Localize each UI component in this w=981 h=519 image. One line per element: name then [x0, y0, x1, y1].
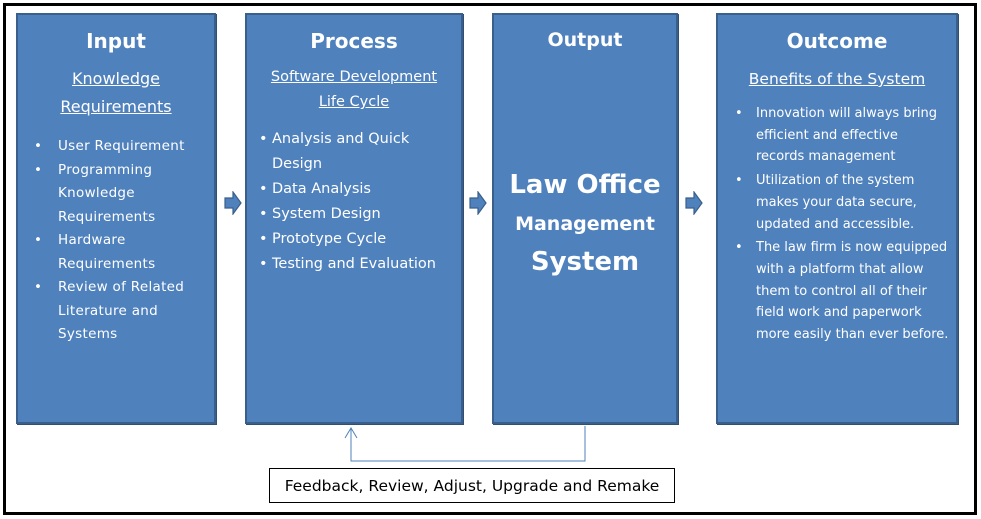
outcome-subtitle: Benefits of the System — [748, 70, 926, 88]
feedback-box: Feedback, Review, Adjust, Upgrade and Re… — [269, 468, 675, 503]
process-subtitle-line2: Life Cycle — [318, 94, 390, 110]
process-box: Process Software Development Life Cycle … — [245, 13, 463, 424]
outcome-list: Innovation will always bring efficient a… — [718, 103, 956, 346]
list-item: Utilization of the system makes your dat… — [735, 170, 956, 235]
process-title: Process — [310, 29, 398, 53]
system-name: Law Office Management System — [494, 165, 676, 281]
system-name-line2: Management — [515, 213, 655, 235]
output-title: Output — [547, 29, 623, 51]
list-item: Review of Related Literature and Systems — [34, 276, 214, 347]
list-item: Prototype Cycle — [259, 227, 461, 252]
input-list: User Requirement Programming Knowledge R… — [18, 135, 214, 347]
list-item: Testing and Evaluation — [259, 252, 461, 277]
list-item: Data Analysis — [259, 177, 461, 202]
arrow-right-icon — [224, 191, 242, 215]
arrow-right-icon — [685, 191, 703, 215]
list-item: Analysis and Quick Design — [259, 127, 461, 177]
list-item: Programming Knowledge Requirements — [34, 159, 214, 230]
system-name-line1: Law Office — [509, 170, 661, 200]
input-subtitle-line1: Knowledge — [72, 69, 160, 88]
input-subtitle: Knowledge Requirements — [18, 65, 214, 121]
output-box: Output Law Office Management System — [492, 13, 678, 424]
list-item: Hardware Requirements — [34, 229, 214, 276]
input-box: Input Knowledge Requirements User Requir… — [16, 13, 216, 424]
input-subtitle-line2: Requirements — [60, 97, 172, 116]
list-item: The law firm is now equipped with a plat… — [735, 237, 956, 346]
outcome-box: Outcome Benefits of the System Innovatio… — [716, 13, 958, 424]
list-item: Innovation will always bring efficient a… — [735, 103, 956, 168]
process-subtitle-line1: Software Development — [270, 69, 438, 85]
outcome-title: Outcome — [786, 29, 888, 53]
process-list: Analysis and Quick Design Data Analysis … — [247, 127, 461, 277]
input-title: Input — [86, 29, 146, 53]
process-subtitle: Software Development Life Cycle — [247, 65, 461, 115]
arrow-right-icon — [469, 191, 487, 215]
list-item: System Design — [259, 202, 461, 227]
system-name-line3: System — [530, 247, 640, 277]
list-item: User Requirement — [34, 135, 214, 159]
